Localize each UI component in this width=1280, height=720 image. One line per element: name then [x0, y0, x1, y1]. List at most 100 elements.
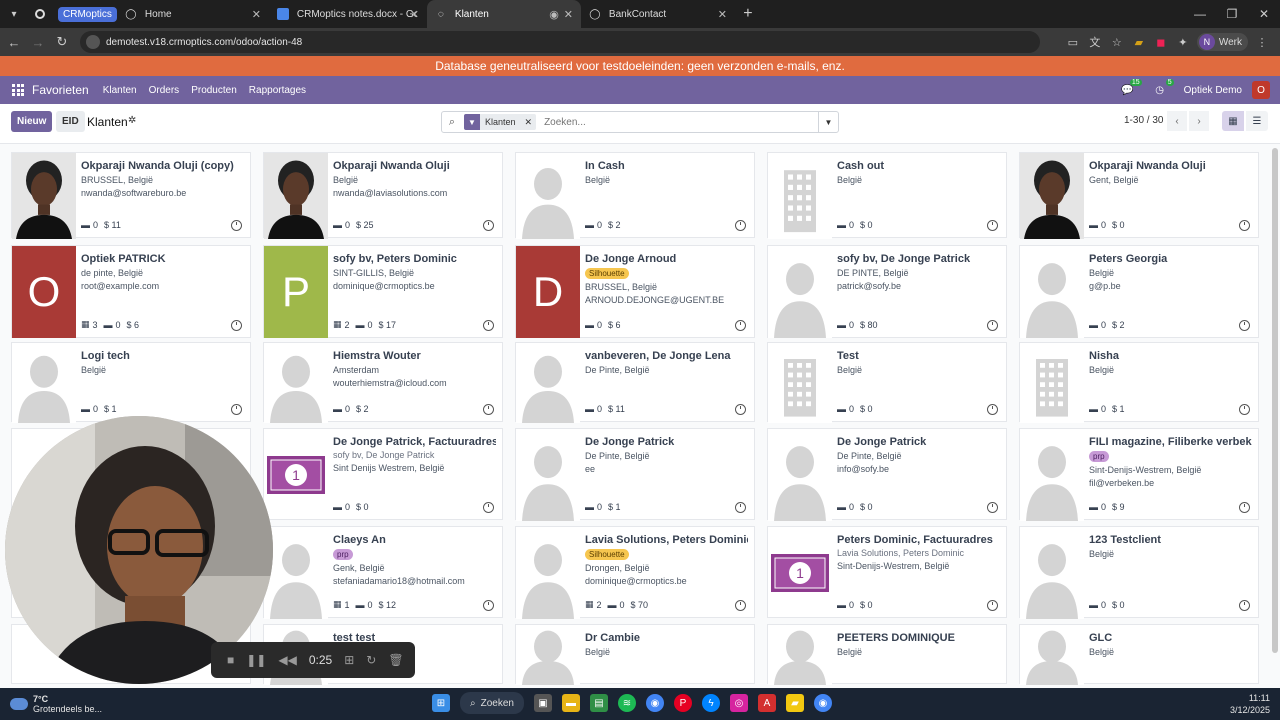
- activity-clock-icon[interactable]: [1239, 502, 1250, 513]
- sales-stat[interactable]: $ 0: [356, 502, 369, 512]
- pager-next-icon[interactable]: ›: [1189, 111, 1209, 131]
- maximize-icon[interactable]: ❐: [1216, 0, 1248, 28]
- opportunities-stat[interactable]: ▬ 0: [81, 220, 98, 230]
- activity-clock-icon[interactable]: [987, 320, 998, 331]
- sales-stat[interactable]: $ 0: [1112, 220, 1125, 230]
- extension-icon[interactable]: ◼: [1153, 34, 1169, 50]
- cast-icon[interactable]: ▭: [1065, 34, 1081, 50]
- meetings-stat[interactable]: ▦ 2: [333, 319, 350, 330]
- sales-stat[interactable]: $ 0: [1112, 600, 1125, 610]
- kanban-card[interactable]: GLC België: [1019, 624, 1259, 685]
- activity-clock-icon[interactable]: [987, 600, 998, 611]
- windows-start-icon[interactable]: ⊞: [432, 694, 450, 712]
- opportunities-stat[interactable]: ▬ 0: [333, 404, 350, 414]
- back-icon[interactable]: ←: [2, 35, 26, 50]
- reload-icon[interactable]: ↻: [50, 34, 74, 50]
- rewind-icon[interactable]: ◀◀: [278, 653, 296, 667]
- kanban-card[interactable]: Cash out België ▬ 0 $ 0: [767, 152, 1007, 239]
- opportunities-stat[interactable]: ▬ 0: [608, 599, 625, 610]
- opportunities-stat[interactable]: ▬ 0: [1089, 502, 1106, 512]
- sales-stat[interactable]: $ 2: [1112, 320, 1125, 330]
- kanban-card[interactable]: De Jonge Patrick De Pinte, België info@sof…: [767, 428, 1007, 521]
- instagram-icon[interactable]: ◎: [729, 694, 748, 712]
- kanban-card[interactable]: De Jonge Patrick De Pinte, België ee ▬ 0 $ 1: [515, 428, 755, 521]
- menu-rapportages[interactable]: Rapportages: [249, 85, 306, 96]
- activity-clock-icon[interactable]: [735, 404, 746, 415]
- restart-icon[interactable]: ↻: [366, 653, 376, 667]
- activity-clock-icon[interactable]: [483, 220, 494, 231]
- kanban-card[interactable]: sofy bv, De Jonge Patrick DE PINTE, Belgi…: [767, 245, 1007, 338]
- opportunities-stat[interactable]: ▬ 0: [81, 404, 98, 414]
- search-input[interactable]: [544, 116, 805, 128]
- kanban-view-icon[interactable]: ▦: [1222, 111, 1244, 131]
- pinterest-icon[interactable]: P: [673, 694, 692, 712]
- messages-icon[interactable]: 💬 15: [1120, 79, 1142, 97]
- new-tab-icon[interactable]: +: [735, 5, 761, 23]
- pager-value[interactable]: 1-30 / 30: [1124, 115, 1163, 126]
- remove-facet-icon[interactable]: ✕: [520, 114, 537, 130]
- opportunities-stat[interactable]: ▬ 0: [585, 404, 602, 414]
- kanban-card[interactable]: O Optiek PATRICK de pinte, België root@exam…: [11, 245, 251, 338]
- search-icon[interactable]: ⌕: [442, 116, 462, 129]
- sales-stat[interactable]: $ 6: [127, 319, 140, 330]
- opportunities-stat[interactable]: ▬ 0: [356, 319, 373, 330]
- sales-stat[interactable]: $ 70: [631, 599, 649, 610]
- sales-stat[interactable]: $ 6: [608, 320, 621, 330]
- sales-stat[interactable]: $ 0: [860, 502, 873, 512]
- activity-clock-icon[interactable]: [231, 404, 242, 415]
- trash-icon[interactable]: 🗑: [388, 653, 403, 667]
- grid-icon[interactable]: ⊞: [344, 653, 354, 667]
- opportunities-stat[interactable]: ▬ 0: [837, 320, 854, 330]
- activity-clock-icon[interactable]: [735, 600, 746, 611]
- sales-stat[interactable]: $ 0: [860, 404, 873, 414]
- activity-clock-icon[interactable]: [483, 600, 494, 611]
- meetings-stat[interactable]: ▦ 2: [585, 599, 602, 610]
- sales-stat[interactable]: $ 2: [356, 404, 369, 414]
- activity-clock-icon[interactable]: [735, 502, 746, 513]
- sales-stat[interactable]: $ 0: [860, 600, 873, 610]
- menu-dots-icon[interactable]: ⋮: [1254, 34, 1270, 50]
- file-explorer-icon[interactable]: ▬: [561, 694, 580, 712]
- kanban-card[interactable]: Okparaji Nwanda Oluji (copy) BRUSSEL, Bel…: [11, 152, 251, 239]
- kanban-card[interactable]: Claeys An prp Genk, België stefaniadamario1…: [263, 526, 503, 619]
- pause-icon[interactable]: ❚❚: [246, 653, 266, 667]
- sales-stat[interactable]: $ 25: [356, 220, 374, 230]
- opportunities-stat[interactable]: ▬ 0: [333, 220, 350, 230]
- close-window-icon[interactable]: ✕: [1248, 0, 1280, 28]
- opportunities-stat[interactable]: ▬ 0: [585, 502, 602, 512]
- puzzle-icon[interactable]: ✦: [1175, 34, 1191, 50]
- kanban-card[interactable]: Hiemstra Wouter Amsterdam wouterhiemstra@i…: [263, 342, 503, 423]
- weather-widget[interactable]: 7°C Grotendeels be...: [0, 694, 102, 714]
- eid-button[interactable]: EID: [56, 111, 85, 132]
- activity-clock-icon[interactable]: [1239, 600, 1250, 611]
- search-options-toggle[interactable]: ▼: [818, 112, 838, 132]
- menu-orders[interactable]: Orders: [149, 85, 180, 96]
- opportunities-stat[interactable]: ▬ 0: [837, 220, 854, 230]
- taskbar-search[interactable]: ⌕ Zoeken: [460, 692, 524, 714]
- meetings-stat[interactable]: ▦ 1: [333, 599, 350, 610]
- sticky-notes-icon[interactable]: ▰: [785, 694, 804, 712]
- sales-stat[interactable]: $ 1: [1112, 404, 1125, 414]
- url-bar[interactable]: demotest.v18.crmoptics.com/odoo/action-4…: [80, 31, 1040, 53]
- activity-clock-icon[interactable]: [987, 502, 998, 513]
- kanban-card[interactable]: 1 Peters Dominic, Factuuradres Lavia Solut…: [767, 526, 1007, 618]
- kanban-card[interactable]: Peters Georgia België g@p.be ▬ 0 $ 2: [1019, 245, 1259, 338]
- kanban-card[interactable]: Psofy bv, Peters Dominic SINT-GILLIS, Bel…: [263, 245, 503, 338]
- sales-stat[interactable]: $ 2: [608, 220, 621, 230]
- sales-stat[interactable]: $ 17: [379, 319, 397, 330]
- tab-bankcontact[interactable]: ◯ BankContact ✕: [581, 0, 735, 28]
- activity-clock-icon[interactable]: [1239, 404, 1250, 415]
- kanban-card[interactable]: PEETERS DOMINIQUE België: [767, 624, 1007, 685]
- meetings-stat[interactable]: ▦ 3: [81, 319, 98, 330]
- sales-stat[interactable]: $ 12: [379, 599, 397, 610]
- kanban-card[interactable]: In Cash België ▬ 0 $ 2: [515, 152, 755, 239]
- tab-group-label[interactable]: CRMoptics: [58, 6, 117, 22]
- activity-clock-icon[interactable]: [987, 220, 998, 231]
- activity-clock-icon[interactable]: [231, 320, 242, 331]
- company-switcher[interactable]: Optiek Demo: [1184, 85, 1242, 96]
- spotify-icon[interactable]: ≋: [617, 694, 636, 712]
- opportunities-stat[interactable]: ▬ 0: [333, 502, 350, 512]
- opportunities-stat[interactable]: ▬ 0: [837, 404, 854, 414]
- extension-icon[interactable]: ▰: [1131, 34, 1147, 50]
- sales-stat[interactable]: $ 0: [860, 220, 873, 230]
